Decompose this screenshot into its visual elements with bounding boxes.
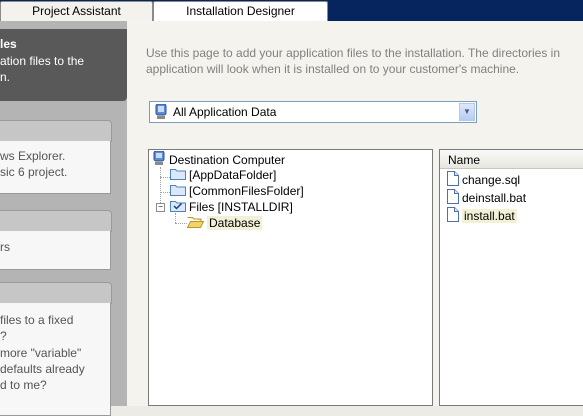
tab-strip: Project Assistant Installation Designer: [0, 0, 583, 21]
help-text-line: ws Explorer.: [0, 149, 66, 163]
collapse-icon[interactable]: −: [156, 203, 165, 212]
help-group-header[interactable]: [0, 210, 112, 232]
step-title: les: [0, 37, 17, 51]
file-item-deinstall-bat[interactable]: deinstall.bat: [447, 189, 526, 205]
file-icon: [447, 171, 459, 189]
computer-icon: [152, 150, 166, 169]
help-text-line: rs: [0, 240, 10, 254]
tab-installation-designer[interactable]: Installation Designer: [153, 1, 328, 21]
left-panel: les ation files to the n. ws Explorer. s…: [0, 21, 127, 416]
help-group-body: rs: [0, 231, 111, 270]
file-list[interactable]: Name change.sql deinstall.bat install.ba…: [439, 149, 583, 406]
folder-icon: [170, 183, 186, 199]
open-folder-icon: [186, 215, 205, 231]
tab-project-assistant[interactable]: Project Assistant: [0, 1, 153, 21]
main-panel: Use this page to add your application fi…: [127, 21, 583, 406]
help-group-body: ws Explorer. sic 6 project.: [0, 141, 111, 194]
help-link-line[interactable]: defaults already: [0, 361, 110, 377]
help-link-line[interactable]: ?: [0, 328, 110, 344]
chevron-down-icon[interactable]: ▼: [459, 103, 475, 121]
help-group-body: files to a fixed ? more "variable" defau…: [0, 303, 111, 416]
tree-item-installdir[interactable]: Files [INSTALLDIR]: [170, 199, 293, 215]
tree-item-database[interactable]: Database: [186, 215, 263, 231]
tree-root-destination-computer[interactable]: Destination Computer: [152, 150, 285, 169]
intro-text: Use this page to add your application fi…: [146, 46, 561, 76]
checked-folder-icon: [170, 199, 186, 215]
file-icon: [447, 207, 459, 225]
step-subtitle-line: n.: [0, 70, 11, 84]
help-link-line[interactable]: d to me?: [0, 377, 110, 393]
help-link-line[interactable]: more "variable": [0, 345, 110, 361]
step-subtitle-line: ation files to the: [0, 54, 85, 68]
folder-icon: [170, 167, 186, 183]
column-header-name[interactable]: Name: [440, 150, 583, 169]
destination-tree[interactable]: Destination Computer [AppDataFolder] [Co…: [148, 149, 433, 406]
computer-icon: [154, 103, 168, 123]
file-item-change-sql[interactable]: change.sql: [447, 171, 520, 187]
file-item-install-bat[interactable]: install.bat: [447, 207, 517, 223]
data-view-select[interactable]: All Application Data ▼: [149, 101, 477, 123]
tree-item-commonfilesfolder[interactable]: [CommonFilesFolder]: [170, 183, 304, 199]
help-text-line: sic 6 project.: [0, 165, 68, 179]
data-view-select-value: All Application Data: [173, 105, 277, 119]
step-header: les ation files to the n.: [0, 29, 127, 101]
help-link-line[interactable]: files to a fixed: [0, 312, 110, 328]
file-icon: [447, 189, 459, 207]
tree-item-appdatafolder[interactable]: [AppDataFolder]: [170, 167, 276, 183]
help-group-header[interactable]: [0, 120, 112, 142]
help-group-header[interactable]: [0, 282, 112, 304]
